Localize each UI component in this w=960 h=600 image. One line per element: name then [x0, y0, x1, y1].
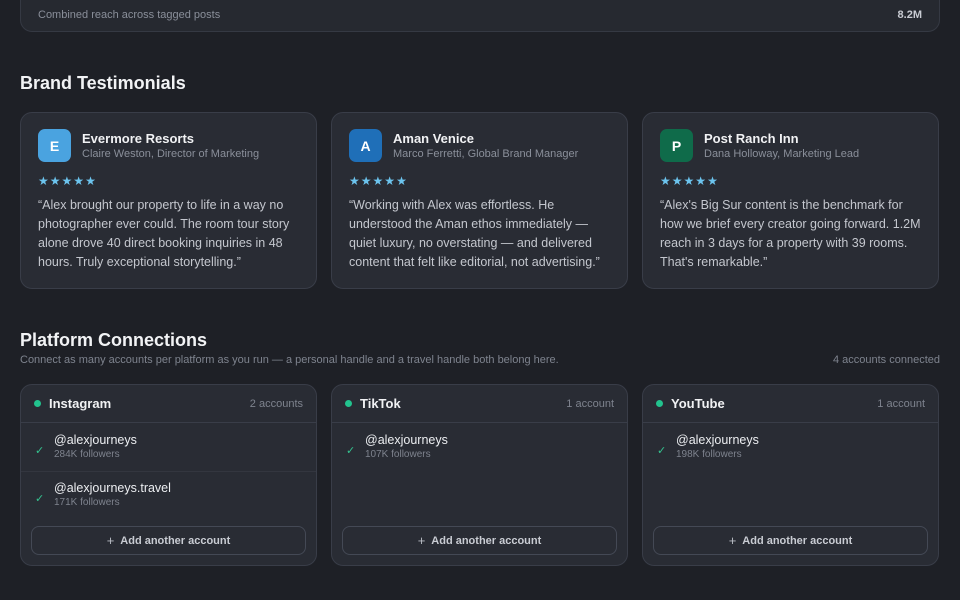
- star-rating: ★ ★ ★ ★ ★: [660, 174, 921, 188]
- account-count: 2 accounts: [249, 397, 303, 410]
- add-account-label: Add another account: [742, 534, 853, 547]
- plus-icon: +: [417, 533, 426, 548]
- account-followers: 171K followers: [54, 497, 120, 508]
- brand-avatar: E: [38, 129, 71, 162]
- star-icon: ★: [49, 174, 61, 188]
- brand-name: Evermore Resorts: [82, 130, 194, 146]
- star-icon: ★: [707, 174, 718, 188]
- reach-summary-bar: Combined reach across tagged posts 8.2M: [20, 0, 940, 32]
- star-icon: ★: [38, 174, 49, 188]
- platform-card-instagram: Instagram 2 accounts ✓ @alexjourneys 284…: [20, 384, 317, 566]
- account-handle: @alexjourneys: [365, 432, 448, 447]
- platforms-subtitle: Connect as many accounts per platform as…: [20, 354, 559, 366]
- star-icon: ★: [384, 174, 396, 188]
- account-followers: 198K followers: [676, 448, 742, 460]
- check-icon: ✓: [35, 444, 45, 457]
- star-rating: ★ ★ ★ ★ ★: [349, 174, 610, 188]
- brand-name: Post Ranch Inn: [704, 130, 799, 146]
- star-icon: ★: [360, 174, 372, 188]
- account-count: 1 account: [566, 397, 614, 410]
- star-icon: ★: [61, 174, 73, 188]
- account-handle: @alexjourneys: [676, 432, 759, 447]
- star-icon: ★: [396, 174, 407, 188]
- star-icon: ★: [349, 174, 360, 188]
- brand-avatar: P: [660, 129, 693, 162]
- account-followers: 284K followers: [54, 448, 120, 460]
- testimonial-card: A Aman Venice Marco Ferretti, Global Bra…: [331, 112, 628, 289]
- platforms-title: Platform Connections: [20, 330, 208, 350]
- platform-card-tiktok: TikTok 1 account ✓ @alexjourneys 107K fo…: [331, 384, 628, 566]
- account-followers: 107K followers: [365, 448, 431, 460]
- add-account-label: Add another account: [431, 534, 542, 547]
- reach-value: 8.2M: [897, 9, 922, 21]
- account-row[interactable]: ✓ @alexjourneys 107K followers: [332, 423, 627, 471]
- platform-name: Instagram: [49, 396, 112, 411]
- plus-icon: +: [106, 533, 115, 548]
- platform-name: YouTube: [671, 396, 725, 411]
- testimonial-card: P Post Ranch Inn Dana Holloway, Marketin…: [642, 112, 939, 289]
- testimonial-quote: “Alex brought our property to life in a …: [38, 198, 290, 269]
- testimonial-card: E Evermore Resorts Claire Weston, Direct…: [20, 112, 317, 289]
- add-account-button[interactable]: + Add another account: [653, 526, 928, 555]
- account-handle: @alexjourneys.travel: [54, 481, 171, 495]
- testimonial-quote: “Alex's Big Sur content is the benchmark…: [660, 198, 921, 269]
- star-icon: ★: [85, 174, 96, 188]
- testimonials-title: Brand Testimonials: [20, 73, 186, 93]
- connected-status-dot: [345, 400, 352, 407]
- account-count: 1 account: [877, 397, 925, 410]
- add-account-button[interactable]: + Add another account: [342, 526, 617, 555]
- star-rating: ★ ★ ★ ★ ★: [38, 174, 299, 188]
- add-account-label: Add another account: [120, 534, 231, 547]
- connected-status-dot: [34, 400, 41, 407]
- check-icon: ✓: [35, 493, 45, 505]
- star-icon: ★: [73, 174, 85, 188]
- platform-name: TikTok: [360, 396, 401, 411]
- reviewer-role: Dana Holloway, Marketing Lead: [704, 147, 860, 160]
- account-row[interactable]: ✓ @alexjourneys 198K followers: [643, 423, 938, 471]
- platform-card-youtube: YouTube 1 account ✓ @alexjourneys 198K f…: [642, 384, 939, 566]
- account-row[interactable]: ✓ @alexjourneys 284K followers: [21, 423, 316, 471]
- star-icon: ★: [372, 174, 384, 188]
- platform-list: Instagram 2 accounts ✓ @alexjourneys 284…: [20, 384, 939, 566]
- reviewer-role: Marco Ferretti, Global Brand Manager: [393, 147, 579, 160]
- reviewer-role: Claire Weston, Director of Marketing: [82, 147, 260, 160]
- star-icon: ★: [671, 174, 683, 188]
- brand-name: Aman Venice: [393, 130, 474, 146]
- reach-label: Combined reach across tagged posts: [38, 9, 221, 21]
- page: Combined reach across tagged posts 8.2M …: [0, 0, 960, 600]
- check-icon: ✓: [657, 444, 667, 457]
- account-row[interactable]: ✓ @alexjourneys.travel 171K followers: [21, 471, 316, 519]
- brand-avatar: A: [349, 129, 382, 162]
- account-handle: @alexjourneys: [54, 432, 137, 447]
- testimonials-list: E Evermore Resorts Claire Weston, Direct…: [20, 112, 939, 289]
- testimonial-quote: “Working with Alex was effortless. He un…: [349, 198, 600, 269]
- star-icon: ★: [683, 174, 695, 188]
- check-icon: ✓: [346, 444, 356, 457]
- plus-icon: +: [728, 533, 737, 548]
- star-icon: ★: [695, 174, 707, 188]
- accounts-connected-count: 4 accounts connected: [832, 354, 940, 366]
- add-account-button[interactable]: + Add another account: [31, 526, 306, 555]
- star-icon: ★: [660, 174, 671, 188]
- connected-status-dot: [656, 400, 663, 407]
